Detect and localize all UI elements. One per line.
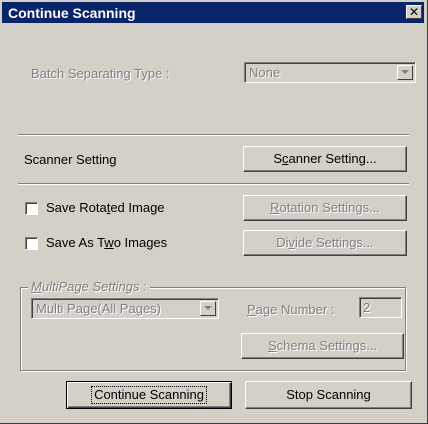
group-text: ultiPage Settings : — [41, 279, 147, 294]
btn-text: otation Settings... — [279, 200, 380, 215]
label-mnemonic: P — [247, 302, 256, 317]
title-bar[interactable]: Continue Scanning ✕ — [2, 2, 424, 23]
page-number-value: 2 — [363, 300, 371, 315]
save-rotated-image-label[interactable]: Save Rotated Image — [46, 200, 165, 215]
continue-scanning-dialog: Continue Scanning ✕ Batch Separating Typ… — [0, 0, 428, 424]
divide-settings-button[interactable]: Divide Settings... — [243, 230, 407, 256]
separator — [18, 183, 409, 185]
dropdown-arrow-icon[interactable] — [200, 301, 216, 316]
label-text: Save As T — [46, 235, 105, 250]
rotation-settings-button[interactable]: Rotation Settings... — [243, 195, 407, 221]
btn-mnemonic: S — [267, 338, 277, 353]
save-rotated-image-checkbox[interactable] — [25, 202, 38, 215]
page-number-input[interactable]: 2 — [359, 297, 402, 318]
scanner-setting-button[interactable]: Scanner Setting... — [243, 146, 407, 172]
btn-text: Stop Scanning — [286, 387, 371, 402]
continue-scanning-button[interactable]: Continue Scanning — [66, 381, 232, 409]
page-number-label: Page Number : — [247, 302, 334, 317]
separator — [18, 134, 409, 136]
batch-separating-type-value: None — [249, 65, 281, 80]
scanner-setting-label: Scanner Setting — [24, 152, 117, 167]
schema-settings-button[interactable]: Schema Settings... — [241, 333, 404, 359]
dropdown-arrow-icon[interactable] — [397, 65, 413, 80]
window-title: Continue Scanning — [8, 5, 136, 21]
btn-text: anner Setting... — [288, 151, 377, 166]
btn-text: Di — [276, 235, 289, 250]
batch-separating-type-select[interactable]: None — [244, 62, 416, 83]
close-button[interactable]: ✕ — [406, 5, 422, 19]
close-icon: ✕ — [408, 5, 420, 19]
group-mnemonic: M — [31, 279, 42, 294]
label-text: age Number : — [255, 302, 335, 317]
btn-text: S — [273, 151, 282, 166]
multipage-mode-select[interactable]: Multi Page(All Pages) — [31, 298, 219, 319]
focus-ring: Continue Scanning — [91, 386, 207, 404]
save-as-two-images-checkbox[interactable] — [25, 237, 38, 250]
btn-text: Continue Scanning — [94, 387, 204, 402]
save-as-two-images-label[interactable]: Save As Two Images — [46, 235, 167, 250]
btn-text: ide Settings... — [295, 235, 374, 250]
stop-scanning-button[interactable]: Stop Scanning — [245, 381, 412, 409]
label-text: o Images — [113, 235, 168, 250]
label-text: ed Image — [110, 200, 165, 215]
btn-text: chema Settings... — [276, 338, 378, 353]
label-mnemonic: w — [104, 235, 114, 250]
multipage-mode-value: Multi Page(All Pages) — [36, 301, 161, 316]
batch-separating-type-label: Batch Separating Type : — [31, 66, 170, 81]
label-text: Save Rota — [46, 200, 107, 215]
multipage-settings-title: MultiPage Settings : — [28, 279, 150, 294]
